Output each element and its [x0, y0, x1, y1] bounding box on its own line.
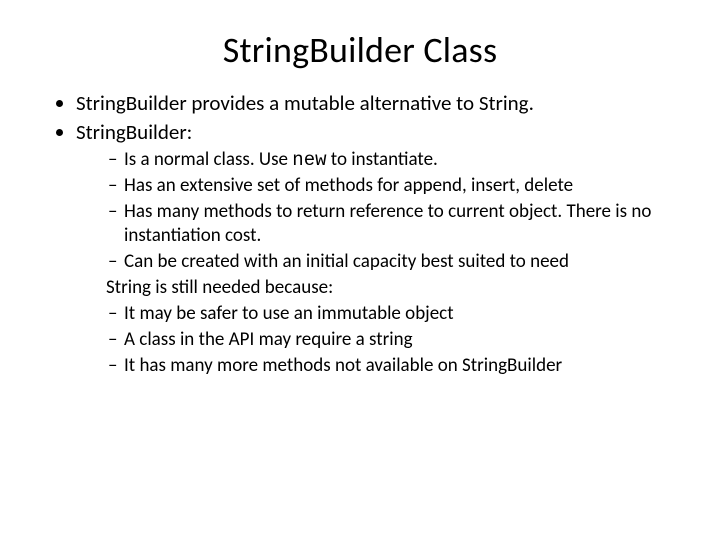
- slide: StringBuilder Class StringBuilder provid…: [0, 0, 720, 540]
- bullet-item: StringBuilder provides a mutable alterna…: [76, 90, 680, 116]
- sub-bullet-item: Has an extensive set of methods for appe…: [108, 174, 680, 198]
- slide-title: StringBuilder Class: [40, 28, 680, 72]
- text-span: to instantiate.: [327, 148, 438, 171]
- sub-bullet-item: Has many methods to return reference to …: [108, 200, 680, 248]
- sub-heading: String is still needed because:: [106, 276, 680, 300]
- text-span: provides a mutable alternative to: [187, 90, 479, 116]
- bullet-list: StringBuilder provides a mutable alterna…: [40, 90, 680, 273]
- text-span: StringBuilder: [76, 90, 187, 116]
- code-span: new: [292, 149, 326, 171]
- sub-bullet-item: Can be created with an initial capacity …: [108, 250, 680, 274]
- sub-bullet-item: A class in the API may require a string: [108, 328, 680, 352]
- text-span: Is a normal class. Use: [124, 148, 292, 171]
- text-span: String.: [479, 90, 534, 116]
- sub-bullet-list: It may be safer to use an immutable obje…: [40, 302, 680, 377]
- sub-bullet-item: It has many more methods not available o…: [108, 354, 680, 378]
- sub-bullet-item: It may be safer to use an immutable obje…: [108, 302, 680, 326]
- sub-bullet-item: Is a normal class. Use new to instantiat…: [108, 148, 680, 173]
- text-span: StringBuilder:: [76, 119, 192, 145]
- sub-bullet-list: Is a normal class. Use new to instantiat…: [76, 148, 680, 274]
- bullet-item: StringBuilder: Is a normal class. Use ne…: [76, 119, 680, 273]
